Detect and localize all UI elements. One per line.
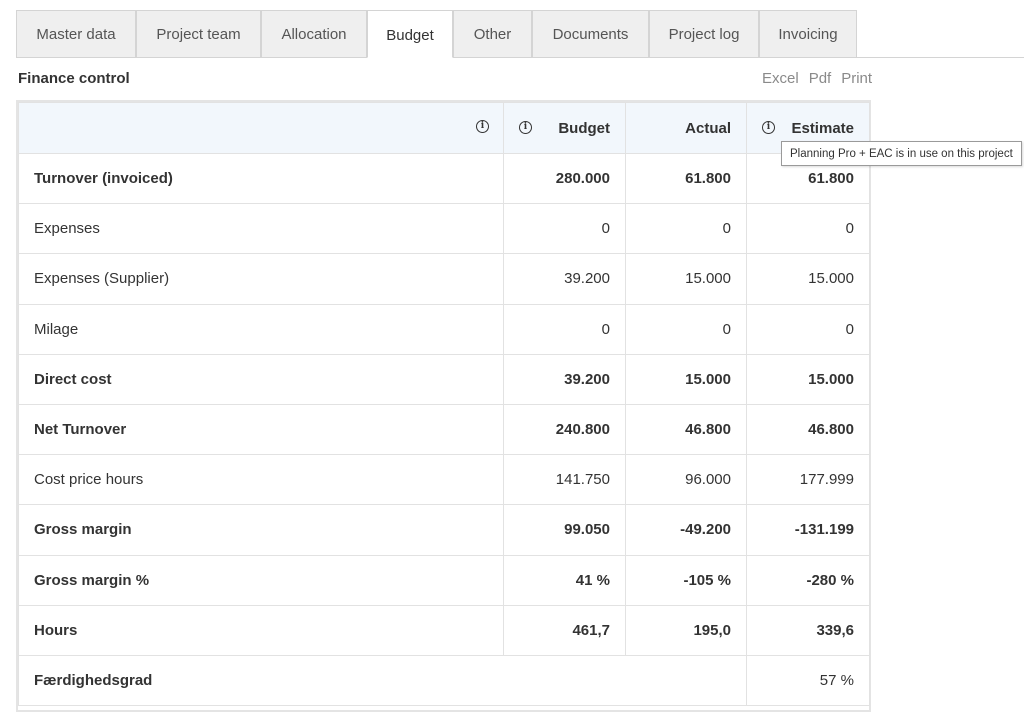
- estimate-cell: 15.000: [746, 253, 870, 305]
- actual-cell: -49.200: [625, 504, 747, 556]
- print-link[interactable]: Print: [841, 70, 872, 87]
- export-links: Excel Pdf Print: [762, 70, 872, 87]
- actual-cell: 15.000: [625, 353, 747, 405]
- row-label: Hours: [18, 604, 504, 656]
- table-row: Færdighedsgrad 57 %: [18, 654, 870, 707]
- actual-cell: 96.000: [625, 454, 747, 506]
- table-row: Milage 0 0 0: [18, 303, 870, 355]
- tab-project-team[interactable]: Project team: [136, 10, 261, 58]
- budget-cell: 39.200: [503, 353, 626, 405]
- tab-label: Project team: [156, 25, 241, 43]
- budget-cell: 141.750: [503, 454, 626, 506]
- estimate-cell: 339,6: [746, 604, 870, 656]
- tab-label: Invoicing: [778, 25, 838, 43]
- tab-master-data[interactable]: Master data: [16, 10, 136, 58]
- tab-label: Project log: [668, 25, 740, 43]
- budget-cell: 99.050: [503, 504, 626, 556]
- info-icon[interactable]: i: [519, 121, 532, 134]
- table-header-row: i i Budget Actual i Estimate: [18, 102, 870, 154]
- tab-label: Other: [473, 25, 512, 43]
- estimate-cell: 0: [746, 203, 870, 255]
- budget-cell: 240.800: [503, 403, 626, 456]
- actual-cell: 61.800: [625, 152, 747, 205]
- table-row: Expenses (Supplier) 39.200 15.000 15.000: [18, 253, 870, 305]
- row-label: Færdighedsgrad: [18, 654, 747, 707]
- header-label-column: i: [18, 102, 504, 154]
- tab-documents[interactable]: Documents: [532, 10, 649, 58]
- estimate-cell: -280 %: [746, 554, 870, 606]
- table-row: Expenses 0 0 0: [18, 203, 870, 255]
- actual-cell: 195,0: [625, 604, 747, 656]
- budget-cell: 39.200: [503, 253, 626, 305]
- tab-invoicing[interactable]: Invoicing: [759, 10, 857, 58]
- table-row: Cost price hours 141.750 96.000 177.999: [18, 454, 870, 506]
- header-budget: i Budget: [503, 102, 626, 154]
- actual-cell: 0: [625, 303, 747, 355]
- table-row: Direct cost 39.200 15.000 15.000: [18, 353, 870, 405]
- estimate-cell: 57 %: [746, 654, 870, 707]
- finance-table: i i Budget Actual i Estimate Turnover (i…: [16, 100, 871, 712]
- row-label: Turnover (invoiced): [18, 152, 504, 205]
- budget-cell: 280.000: [503, 152, 626, 205]
- row-label: Expenses: [18, 203, 504, 255]
- header-actual: Actual: [625, 102, 747, 154]
- row-label: Gross margin %: [18, 554, 504, 606]
- table-row: Net Turnover 240.800 46.800 46.800: [18, 403, 870, 456]
- tab-allocation[interactable]: Allocation: [261, 10, 367, 58]
- info-icon[interactable]: i: [762, 121, 775, 134]
- budget-cell: 41 %: [503, 554, 626, 606]
- info-icon[interactable]: i: [476, 120, 489, 133]
- header-actual-label: Actual: [685, 119, 731, 137]
- table-row: Gross margin 99.050 -49.200 -131.199: [18, 504, 870, 556]
- actual-cell: 15.000: [625, 253, 747, 305]
- header-budget-label: Budget: [558, 119, 610, 137]
- tab-label: Master data: [36, 25, 116, 43]
- row-label: Gross margin: [18, 504, 504, 556]
- export-pdf-link[interactable]: Pdf: [809, 70, 832, 87]
- tab-project-log[interactable]: Project log: [649, 10, 759, 58]
- estimate-cell: 15.000: [746, 353, 870, 405]
- row-label: Milage: [18, 303, 504, 355]
- row-label: Cost price hours: [18, 454, 504, 506]
- header-estimate-label: Estimate: [791, 119, 854, 137]
- table-row: Turnover (invoiced) 280.000 61.800 61.80…: [18, 152, 870, 205]
- row-label: Net Turnover: [18, 403, 504, 456]
- table-row: Gross margin % 41 % -105 % -280 %: [18, 554, 870, 606]
- estimate-tooltip: Planning Pro + EAC is in use on this pro…: [781, 141, 1022, 166]
- section-title: Finance control: [18, 70, 130, 87]
- estimate-cell: 177.999: [746, 454, 870, 506]
- row-label: Direct cost: [18, 353, 504, 405]
- estimate-cell: -131.199: [746, 504, 870, 556]
- tab-other[interactable]: Other: [453, 10, 532, 58]
- tab-label: Budget: [386, 26, 434, 44]
- row-label: Expenses (Supplier): [18, 253, 504, 305]
- estimate-cell: 46.800: [746, 403, 870, 456]
- tab-label: Documents: [552, 25, 629, 43]
- table-row: Hours 461,7 195,0 339,6: [18, 604, 870, 656]
- tab-budget[interactable]: Budget: [367, 10, 453, 58]
- export-excel-link[interactable]: Excel: [762, 70, 799, 87]
- budget-cell: 461,7: [503, 604, 626, 656]
- actual-cell: 46.800: [625, 403, 747, 456]
- actual-cell: 0: [625, 203, 747, 255]
- actual-cell: -105 %: [625, 554, 747, 606]
- estimate-cell: 0: [746, 303, 870, 355]
- tab-label: Allocation: [281, 25, 347, 43]
- budget-cell: 0: [503, 203, 626, 255]
- tab-bar: Master data Project team Allocation Budg…: [0, 0, 1024, 58]
- budget-cell: 0: [503, 303, 626, 355]
